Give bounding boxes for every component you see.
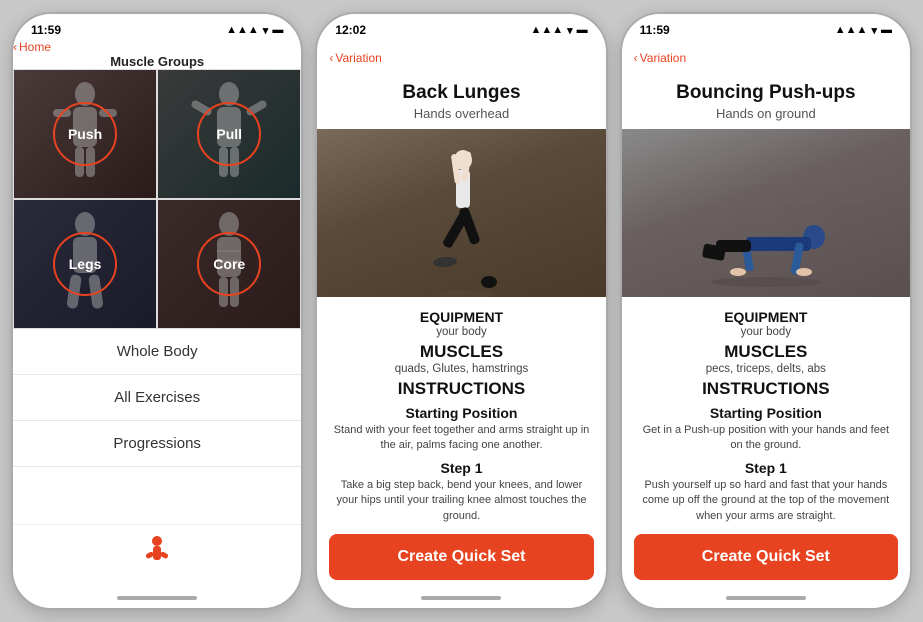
phone-2: 12:02 ▲▲▲ ▾ ▬ ‹ Variation Back Lunges Ha… xyxy=(315,12,607,610)
pushup-bg xyxy=(622,129,910,297)
status-icons-3: ▲▲▲ ▾ ▬ xyxy=(835,24,892,37)
time-1: 11:59 xyxy=(31,23,61,37)
home-bar-2 xyxy=(421,596,501,600)
step1-label-3: Step 1 xyxy=(638,460,894,476)
chevron-left-icon-3: ‹ xyxy=(634,51,638,65)
starting-pos-text-3: Get in a Push-up position with your hand… xyxy=(638,423,894,454)
muscles-value-2: quads, Glutes, hamstrings xyxy=(333,363,589,375)
battery-icon-2: ▬ xyxy=(577,24,588,36)
pushup-figure xyxy=(666,142,866,297)
battery-icon-3: ▬ xyxy=(881,24,892,36)
pull-label: Pull xyxy=(197,102,261,166)
step1-text-2: Take a big step back, bend your knees, a… xyxy=(333,478,589,524)
back-button-3[interactable]: ‹ Variation xyxy=(634,51,686,65)
instructions-heading-2: INSTRUCTIONS xyxy=(333,379,589,399)
app-logo-icon xyxy=(139,533,175,576)
back-button-2[interactable]: ‹ Variation xyxy=(329,51,381,65)
core-label: Core xyxy=(197,232,261,296)
status-bar-1: 11:59 ▲▲▲ ▾ ▬ xyxy=(13,14,301,40)
home-indicator-3 xyxy=(622,592,910,608)
muscles-heading-2: MUSCLES xyxy=(333,342,589,362)
exercise-nav-2: ‹ Variation xyxy=(317,40,605,76)
muscle-groups-grid: Push Pull xyxy=(13,69,301,329)
exercise-image-2 xyxy=(317,129,605,297)
menu-whole-body[interactable]: Whole Body xyxy=(13,329,301,375)
step1-text-3: Push yourself up so hard and fast that y… xyxy=(638,478,894,524)
legs-label: Legs xyxy=(53,232,117,296)
chevron-left-icon-1: ‹ xyxy=(13,40,17,54)
muscles-heading-3: MUSCLES xyxy=(638,342,894,362)
muscle-cell-core[interactable]: Core xyxy=(157,199,301,329)
exercise-title-3: Bouncing Push-ups xyxy=(634,82,898,104)
menu-progressions[interactable]: Progressions xyxy=(13,421,301,467)
starting-pos-text-2: Stand with your feet together and arms s… xyxy=(333,423,589,454)
signal-icon-2: ▲▲▲ xyxy=(530,24,563,36)
starting-pos-label-3: Starting Position xyxy=(638,405,894,421)
time-3: 11:59 xyxy=(640,23,670,37)
exercise-title-block-2: Back Lunges Hands overhead xyxy=(317,76,605,129)
menu-items: Whole Body All Exercises Progressions xyxy=(13,329,301,524)
quick-set-button-3[interactable]: Create Quick Set xyxy=(634,534,898,580)
equipment-value-3: your body xyxy=(638,326,894,338)
wifi-icon-3: ▾ xyxy=(871,24,877,37)
exercise-title-block-3: Bouncing Push-ups Hands on ground xyxy=(622,76,910,129)
phone-1: 11:59 ▲▲▲ ▾ ▬ ‹ Home Muscle Groups xyxy=(11,12,303,610)
status-icons-1: ▲▲▲ ▾ ▬ xyxy=(226,24,283,37)
home-indicator-2 xyxy=(317,592,605,608)
starting-pos-label-2: Starting Position xyxy=(333,405,589,421)
status-bar-3: 11:59 ▲▲▲ ▾ ▬ xyxy=(622,14,910,40)
wifi-icon-2: ▾ xyxy=(567,24,573,37)
battery-icon-1: ▬ xyxy=(272,24,283,36)
nav-bar-1: ‹ Home Muscle Groups xyxy=(13,40,301,69)
home-indicator-1 xyxy=(13,592,301,608)
equipment-label-3: EQUIPMENT xyxy=(638,309,894,325)
exercise-content-3: EQUIPMENT your body MUSCLES pecs, tricep… xyxy=(622,297,910,528)
phone-3: 11:59 ▲▲▲ ▾ ▬ ‹ Variation Bouncing Push-… xyxy=(620,12,912,610)
nav-title-1: Muscle Groups xyxy=(13,54,301,69)
exercise-content-2: EQUIPMENT your body MUSCLES quads, Glute… xyxy=(317,297,605,528)
back-button-1[interactable]: ‹ Home xyxy=(13,40,301,54)
app-footer xyxy=(13,524,301,592)
lunge-figure xyxy=(401,142,521,297)
instructions-heading-3: INSTRUCTIONS xyxy=(638,379,894,399)
push-label: Push xyxy=(53,102,117,166)
exercise-subtitle-2: Hands overhead xyxy=(329,106,593,121)
exercise-nav-3: ‹ Variation xyxy=(622,40,910,76)
muscle-cell-legs[interactable]: Legs xyxy=(13,199,157,329)
exercise-title-2: Back Lunges xyxy=(329,82,593,104)
signal-icon-3: ▲▲▲ xyxy=(835,24,868,36)
exercise-image-3 xyxy=(622,129,910,297)
lunge-bg xyxy=(317,129,605,297)
equipment-label-2: EQUIPMENT xyxy=(333,309,589,325)
equipment-value-2: your body xyxy=(333,326,589,338)
home-bar-1 xyxy=(117,596,197,600)
chevron-left-icon-2: ‹ xyxy=(329,51,333,65)
phones-container: 11:59 ▲▲▲ ▾ ▬ ‹ Home Muscle Groups xyxy=(0,0,923,622)
home-bar-3 xyxy=(726,596,806,600)
menu-all-exercises[interactable]: All Exercises xyxy=(13,375,301,421)
quick-set-button-2[interactable]: Create Quick Set xyxy=(329,534,593,580)
muscle-cell-push[interactable]: Push xyxy=(13,69,157,199)
signal-icon-1: ▲▲▲ xyxy=(226,24,259,36)
wifi-icon-1: ▾ xyxy=(263,24,269,37)
exercise-subtitle-3: Hands on ground xyxy=(634,106,898,121)
time-2: 12:02 xyxy=(335,23,366,37)
muscles-value-3: pecs, triceps, delts, abs xyxy=(638,363,894,375)
step1-label-2: Step 1 xyxy=(333,460,589,476)
status-bar-2: 12:02 ▲▲▲ ▾ ▬ xyxy=(317,14,605,40)
status-icons-2: ▲▲▲ ▾ ▬ xyxy=(530,24,587,37)
muscle-cell-pull[interactable]: Pull xyxy=(157,69,301,199)
